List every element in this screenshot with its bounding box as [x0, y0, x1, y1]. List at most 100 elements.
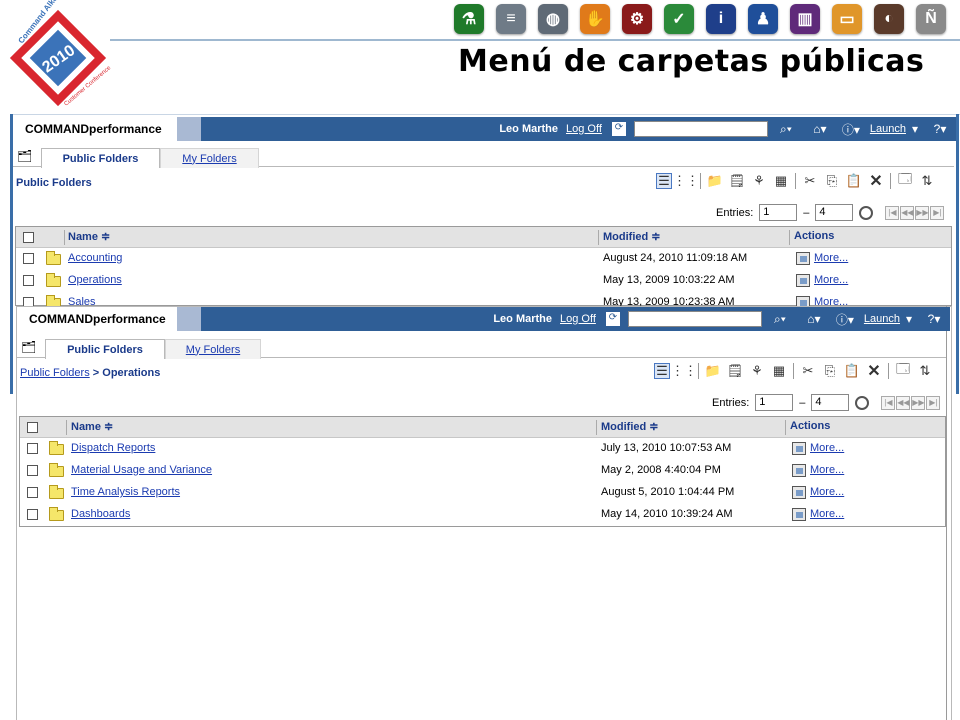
copy-icon[interactable]: ⎘ [824, 173, 840, 189]
folder-tree-icon[interactable]: 🗂 [17, 149, 32, 163]
tab-public-folders[interactable]: Public Folders [41, 148, 160, 168]
paste-icon[interactable]: 📋 [844, 363, 860, 379]
more-link[interactable]: More... [810, 486, 844, 498]
launch-menu[interactable]: Launch [864, 313, 900, 325]
user-menu-icon[interactable]: ⓘ▾ [834, 311, 856, 328]
modified-column-header[interactable]: Modified ≑ [601, 420, 659, 433]
new-folder-icon[interactable]: 📁 [705, 363, 721, 379]
details-view-icon[interactable]: ☰ [654, 363, 670, 379]
list-view-icon[interactable]: ⋮⋮ [673, 173, 699, 189]
properties-icon[interactable] [792, 508, 806, 521]
properties-icon[interactable]: 🗔 [895, 361, 911, 379]
properties-icon[interactable] [792, 486, 806, 499]
folder-name-link[interactable]: Dashboards [71, 508, 130, 520]
help-icon[interactable]: ?▾ [924, 312, 944, 326]
modified-column-header[interactable]: Modified ≑ [603, 230, 661, 243]
user-menu-icon[interactable]: ⓘ▾ [840, 121, 862, 138]
search-input[interactable] [627, 311, 762, 327]
row-checkbox[interactable] [27, 465, 38, 476]
last-page-icon[interactable]: ▶| [930, 205, 945, 220]
logoff-link[interactable]: Log Off [560, 313, 596, 325]
folder-name-link[interactable]: Time Analysis Reports [71, 486, 180, 498]
more-link[interactable]: More... [814, 274, 848, 286]
folder-name-link[interactable]: Dispatch Reports [71, 442, 155, 454]
row-checkbox[interactable] [23, 253, 34, 264]
properties-icon[interactable] [796, 252, 810, 265]
folder-name-link[interactable]: Operations [68, 274, 122, 286]
row-checkbox[interactable] [27, 509, 38, 520]
new-report-icon[interactable]: 🗒 [727, 363, 744, 379]
stack-icon[interactable]: ≡ [496, 4, 526, 34]
next-page-icon[interactable]: ▶▶ [911, 395, 926, 410]
folder-name-link[interactable]: Accounting [68, 252, 122, 264]
properties-icon[interactable] [796, 274, 810, 287]
logoff-link[interactable]: Log Off [566, 123, 602, 135]
name-column-header[interactable]: Name ≑ [68, 230, 110, 243]
order-icon[interactable]: ⇅ [919, 173, 935, 189]
properties-icon[interactable]: 🗔 [897, 171, 913, 189]
tab-my-folders[interactable]: My Folders [160, 148, 259, 168]
select-all-checkbox[interactable] [27, 422, 38, 433]
tab-my-folders[interactable]: My Folders [165, 339, 261, 359]
check-icon[interactable]: ✓ [664, 4, 694, 34]
window-icon[interactable]: ▭ [832, 4, 862, 34]
refresh-icon[interactable]: ⟳ [605, 312, 620, 326]
entries-to-input[interactable]: 4 [815, 204, 854, 221]
new-agent-icon[interactable]: ⚘ [749, 363, 765, 379]
folder-tree-icon[interactable]: 🗂 [21, 340, 36, 354]
first-page-icon[interactable]: |◀ [885, 205, 900, 220]
next-page-icon[interactable]: ▶▶ [915, 205, 930, 220]
home-icon[interactable]: ⌂▾ [800, 312, 828, 326]
home-icon[interactable]: ⌂▾ [806, 122, 834, 136]
last-page-icon[interactable]: ▶| [926, 395, 941, 410]
prev-page-icon[interactable]: ◀◀ [896, 395, 911, 410]
launch-chevron-icon[interactable]: ▾ [910, 122, 920, 136]
copy-icon[interactable]: ⎘ [822, 363, 838, 379]
cement-icon[interactable]: ◐ [874, 4, 904, 34]
new-page-icon[interactable]: ▦ [773, 173, 789, 189]
first-page-icon[interactable]: |◀ [881, 395, 896, 410]
row-checkbox[interactable] [27, 487, 38, 498]
launch-menu[interactable]: Launch [870, 123, 906, 135]
properties-icon[interactable] [792, 464, 806, 477]
name-column-header[interactable]: Name ≑ [71, 420, 113, 433]
go-icon[interactable] [859, 205, 874, 220]
help-icon[interactable]: ?▾ [930, 122, 950, 136]
order-icon[interactable]: ⇅ [917, 363, 933, 379]
n-tilde-icon[interactable]: Ñ [916, 4, 946, 34]
more-link[interactable]: More... [810, 508, 844, 520]
new-folder-icon[interactable]: 📁 [707, 173, 723, 189]
details-view-icon[interactable]: ☰ [656, 173, 672, 189]
paste-icon[interactable]: 📋 [846, 173, 862, 189]
person-icon[interactable]: ♟ [748, 4, 778, 34]
delete-icon[interactable]: ✕ [868, 173, 884, 190]
search-options-icon[interactable]: ⌕▾ [774, 122, 798, 137]
row-checkbox[interactable] [23, 275, 34, 286]
select-all-checkbox[interactable] [23, 232, 34, 243]
cut-icon[interactable]: ✂ [802, 173, 818, 189]
launch-chevron-icon[interactable]: ▾ [904, 312, 914, 326]
list-view-icon[interactable]: ⋮⋮ [671, 363, 697, 379]
hand-icon[interactable]: ✋ [580, 4, 610, 34]
more-link[interactable]: More... [810, 464, 844, 476]
prev-page-icon[interactable]: ◀◀ [900, 205, 915, 220]
delete-icon[interactable]: ✕ [866, 363, 882, 380]
breadcrumb-public-folders-link[interactable]: Public Folders [20, 367, 90, 379]
more-link[interactable]: More... [810, 442, 844, 454]
new-report-icon[interactable]: 🗒 [729, 173, 746, 189]
search-options-icon[interactable]: ⌕▾ [768, 312, 792, 327]
gears-icon[interactable]: ⚙ [622, 4, 652, 34]
globe-icon[interactable]: ◍ [538, 4, 568, 34]
more-link[interactable]: More... [814, 252, 848, 264]
properties-icon[interactable] [792, 442, 806, 455]
flask-icon[interactable]: ⚗ [454, 4, 484, 34]
folder-name-link[interactable]: Material Usage and Variance [71, 464, 212, 476]
cut-icon[interactable]: ✂ [800, 363, 816, 379]
info-icon[interactable]: i [706, 4, 736, 34]
new-agent-icon[interactable]: ⚘ [751, 173, 767, 189]
search-input[interactable] [633, 121, 768, 137]
new-page-icon[interactable]: ▦ [771, 363, 787, 379]
row-checkbox[interactable] [27, 443, 38, 454]
panels-icon[interactable]: ▥ [790, 4, 820, 34]
refresh-icon[interactable]: ⟳ [611, 122, 626, 136]
